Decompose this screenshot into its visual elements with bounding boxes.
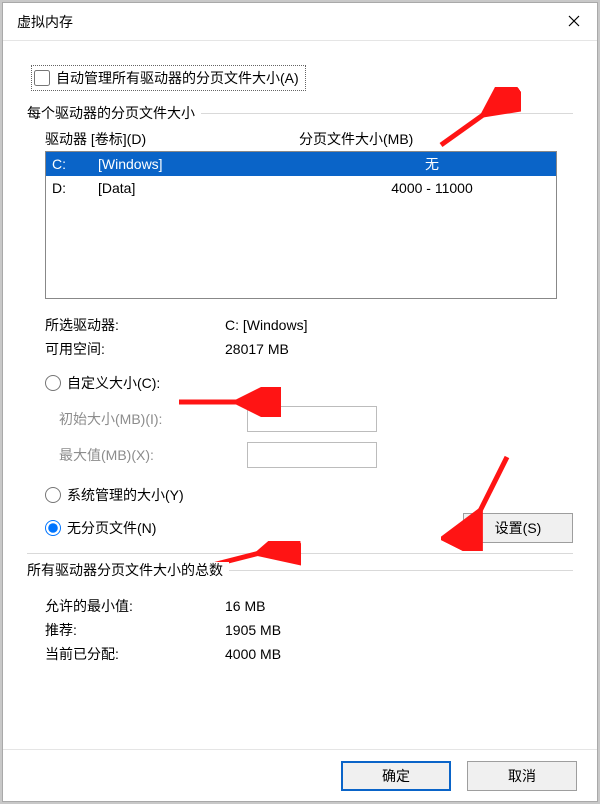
drive-row-c[interactable]: C: [Windows] 无 [46, 152, 556, 176]
drive-list[interactable]: C: [Windows] 无 D: [Data] 4000 - 11000 [45, 151, 557, 299]
virtual-memory-dialog: 虚拟内存 自动管理所有驱动器的分页文件大小(A) 每个驱动器的分页文件大小 驱动… [2, 2, 598, 802]
no-paging-radio[interactable]: 无分页文件(N) [45, 514, 156, 542]
ok-button[interactable]: 确定 [341, 761, 451, 791]
auto-manage-label: 自动管理所有驱动器的分页文件大小(A) [56, 68, 299, 88]
totals-title: 所有驱动器分页文件大小的总数 [27, 560, 573, 580]
cancel-button[interactable]: 取消 [467, 761, 577, 791]
available-space-value: 28017 MB [225, 341, 289, 357]
window-title: 虚拟内存 [17, 12, 73, 32]
auto-manage-checkbox[interactable]: 自动管理所有驱动器的分页文件大小(A) [31, 65, 306, 91]
max-size-label: 最大值(MB)(X): [59, 445, 247, 465]
custom-size-radio[interactable]: 自定义大小(C): [45, 369, 573, 397]
drive-section-title: 每个驱动器的分页文件大小 [27, 103, 573, 123]
recommended-row: 推荐: 1905 MB [45, 618, 573, 642]
initial-size-input[interactable] [247, 406, 377, 432]
auto-manage-input[interactable] [34, 70, 50, 86]
header-size: 分页文件大小(MB) [299, 129, 573, 149]
min-value-row: 允许的最小值: 16 MB [45, 594, 573, 618]
dialog-footer: 确定 取消 [3, 749, 597, 801]
available-space-row: 可用空间: 28017 MB [45, 337, 573, 361]
set-button[interactable]: 设置(S) [463, 513, 573, 543]
header-drive: 驱动器 [卷标](D) [45, 129, 299, 149]
drive-list-header: 驱动器 [卷标](D) 分页文件大小(MB) [45, 129, 573, 149]
system-managed-radio[interactable]: 系统管理的大小(Y) [45, 481, 573, 509]
max-size-input[interactable] [247, 442, 377, 468]
initial-size-label: 初始大小(MB)(I): [59, 409, 247, 429]
selected-drive-value: C: [Windows] [225, 317, 307, 333]
drive-row-d[interactable]: D: [Data] 4000 - 11000 [46, 176, 556, 200]
selected-drive-row: 所选驱动器: C: [Windows] [45, 313, 573, 337]
titlebar: 虚拟内存 [3, 3, 597, 41]
close-icon [568, 14, 580, 30]
close-button[interactable] [551, 3, 597, 41]
allocated-row: 当前已分配: 4000 MB [45, 642, 573, 666]
